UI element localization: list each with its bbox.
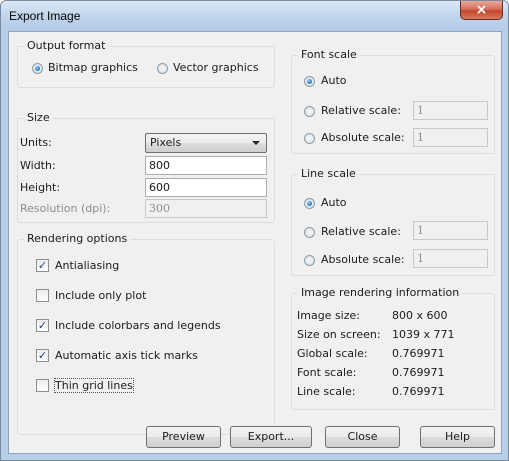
antialiasing-checkbox[interactable]: ✓ <box>36 259 49 272</box>
bitmap-graphics-label[interactable]: Bitmap graphics <box>48 61 138 74</box>
width-input[interactable]: 800 <box>145 156 267 175</box>
dialog-body: Output format Bitmap graphics Vector gra… <box>8 31 502 454</box>
info-size-on-screen-value: 1039 x 771 <box>392 328 455 341</box>
antialiasing-label[interactable]: Antialiasing <box>55 259 119 272</box>
size-title: Size <box>24 111 53 124</box>
rendering-options-title: Rendering options <box>24 232 131 245</box>
info-image-size-value: 800 x 600 <box>392 309 448 322</box>
image-rendering-info-group: Image rendering information Image size: … <box>291 286 495 410</box>
info-line-scale-value: 0.769971 <box>392 385 445 398</box>
height-input[interactable]: 600 <box>145 178 267 197</box>
info-font-scale-value: 0.769971 <box>392 366 445 379</box>
info-size-on-screen-label: Size on screen: <box>297 328 381 341</box>
automatic-axis-tick-marks-label[interactable]: Automatic axis tick marks <box>55 349 198 362</box>
resolution-input: 300 <box>145 199 267 218</box>
close-icon: × <box>475 2 488 18</box>
line-scale-title: Line scale <box>298 167 359 180</box>
units-select[interactable]: Pixels <box>145 133 267 153</box>
line-absolute-scale-input: 1 <box>413 249 488 268</box>
font-absolute-scale-label[interactable]: Absolute scale: <box>321 131 405 144</box>
vector-graphics-label[interactable]: Vector graphics <box>173 61 259 74</box>
automatic-axis-tick-marks-checkbox[interactable]: ✓ <box>36 349 49 362</box>
line-relative-scale-input: 1 <box>413 221 488 240</box>
line-scale-auto-radio[interactable] <box>304 198 315 209</box>
font-relative-scale-input: 1 <box>413 101 488 120</box>
chevron-down-icon <box>252 141 260 145</box>
font-relative-scale-label[interactable]: Relative scale: <box>321 104 401 117</box>
units-label: Units: <box>20 136 52 149</box>
export-button[interactable]: Export... <box>230 426 312 448</box>
image-rendering-info-title: Image rendering information <box>298 286 463 299</box>
resolution-label: Resolution (dpi): <box>20 202 111 215</box>
font-scale-group: Font scale Auto Relative scale: 1 Absolu… <box>291 48 495 154</box>
width-label: Width: <box>20 159 56 172</box>
include-colorbars-checkbox[interactable]: ✓ <box>36 319 49 332</box>
title-bar[interactable]: Export Image × <box>1 1 508 31</box>
line-absolute-scale-radio[interactable] <box>304 255 315 266</box>
font-absolute-scale-input: 1 <box>413 128 488 147</box>
window-close-button[interactable]: × <box>460 1 503 20</box>
vector-graphics-radio[interactable] <box>157 63 168 74</box>
font-scale-title: Font scale <box>298 48 360 61</box>
bitmap-graphics-radio[interactable] <box>32 63 43 74</box>
output-format-group: Output format Bitmap graphics Vector gra… <box>17 39 275 88</box>
close-button[interactable]: Close <box>325 426 400 448</box>
info-global-scale-label: Global scale: <box>297 347 368 360</box>
font-scale-auto-radio[interactable] <box>304 76 315 87</box>
line-absolute-scale-label[interactable]: Absolute scale: <box>321 253 405 266</box>
export-image-dialog: Export Image × Output format Bitmap grap… <box>0 0 509 461</box>
height-label: Height: <box>20 181 61 194</box>
size-group: Size Units: Pixels Width: 800 Height: 60… <box>17 111 275 223</box>
include-only-plot-label[interactable]: Include only plot <box>55 289 146 302</box>
font-scale-auto-label[interactable]: Auto <box>321 74 347 87</box>
line-scale-group: Line scale Auto Relative scale: 1 Absolu… <box>291 167 495 276</box>
rendering-options-group: Rendering options ✓ Antialiasing Include… <box>17 232 275 435</box>
font-relative-scale-radio[interactable] <box>304 106 315 117</box>
line-relative-scale-radio[interactable] <box>304 227 315 238</box>
line-scale-auto-label[interactable]: Auto <box>321 196 347 209</box>
thin-grid-lines-checkbox[interactable] <box>36 379 49 392</box>
window-title: Export Image <box>9 9 81 23</box>
info-line-scale-label: Line scale: <box>297 385 356 398</box>
info-global-scale-value: 0.769971 <box>392 347 445 360</box>
units-value: Pixels <box>150 136 182 149</box>
help-button[interactable]: Help <box>420 426 495 448</box>
include-only-plot-checkbox[interactable] <box>36 289 49 302</box>
info-font-scale-label: Font scale: <box>297 366 357 379</box>
include-colorbars-label[interactable]: Include colorbars and legends <box>55 319 221 332</box>
line-relative-scale-label[interactable]: Relative scale: <box>321 225 401 238</box>
output-format-title: Output format <box>24 39 109 52</box>
thin-grid-lines-label[interactable]: Thin grid lines <box>54 378 134 393</box>
font-absolute-scale-radio[interactable] <box>304 133 315 144</box>
preview-button[interactable]: Preview <box>146 426 221 448</box>
info-image-size-label: Image size: <box>297 309 360 322</box>
